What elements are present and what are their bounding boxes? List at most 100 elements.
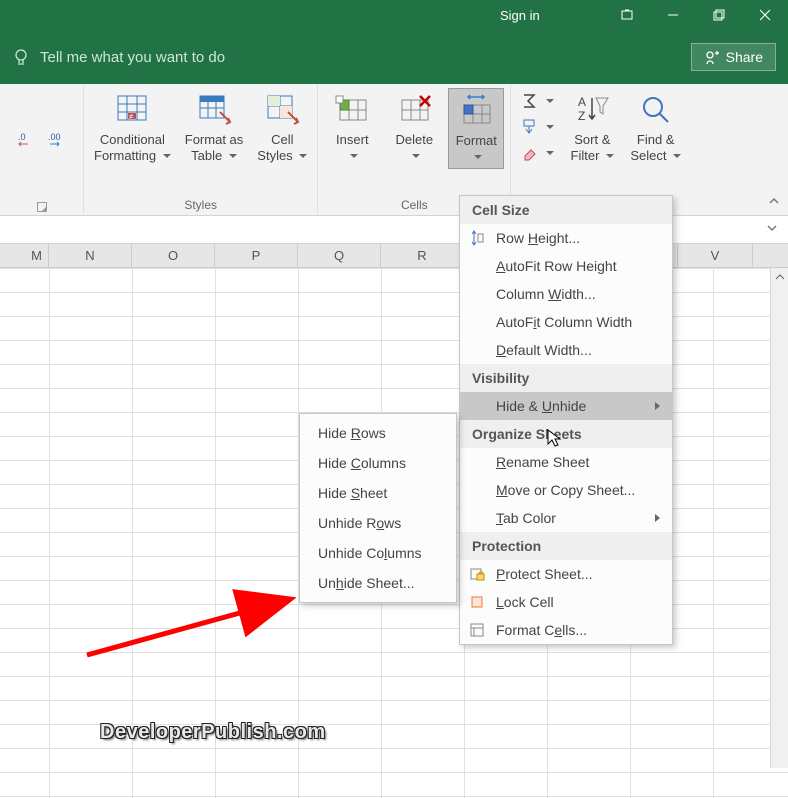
conditional-formatting-icon: ≠ xyxy=(114,92,150,128)
svg-text:.0: .0 xyxy=(18,132,26,142)
number-group: .0 .00 xyxy=(0,84,84,214)
menu-item-rename-sheet[interactable]: Rename Sheet xyxy=(460,448,672,476)
insert-button[interactable]: Insert xyxy=(324,88,380,167)
share-button[interactable]: Share xyxy=(691,43,776,71)
menu-item-lock-cell[interactable]: Lock Cell xyxy=(460,588,672,616)
minimize-button[interactable] xyxy=(650,0,696,30)
clear-button[interactable] xyxy=(517,142,558,164)
restore-button[interactable] xyxy=(696,0,742,30)
insert-icon xyxy=(334,92,370,128)
menu-header-visibility: Visibility xyxy=(460,364,672,392)
menu-label: Hide & Unhide xyxy=(496,398,586,414)
cell-styles-button[interactable]: Cell Styles xyxy=(253,88,311,167)
delete-label: Delete xyxy=(396,132,434,163)
share-label: Share xyxy=(726,49,763,65)
expand-formula-bar[interactable] xyxy=(766,222,778,234)
svg-text:Z: Z xyxy=(578,109,585,123)
menu-header-cell-size: Cell Size xyxy=(460,196,672,224)
share-icon xyxy=(704,49,720,65)
increase-decimal-button[interactable]: .00 xyxy=(44,128,70,150)
format-label: Format xyxy=(456,133,497,164)
protect-sheet-icon xyxy=(468,565,486,583)
submenu-item-hide-rows[interactable]: Hide Rows xyxy=(300,418,456,448)
menu-label: Hide Sheet xyxy=(318,485,387,501)
decrease-decimal-icon: .0 xyxy=(18,130,36,148)
sort-filter-button[interactable]: AZ Sort & Filter xyxy=(564,88,620,167)
menu-label: Tab Color xyxy=(496,510,556,526)
decrease-decimal-button[interactable]: .0 xyxy=(14,128,40,150)
conditional-formatting-button[interactable]: ≠ Conditional Formatting xyxy=(90,88,175,167)
menu-item-format-cells[interactable]: Format Cells... xyxy=(460,616,672,644)
delete-button[interactable]: Delete xyxy=(386,88,442,167)
menu-label: Column Width... xyxy=(496,286,596,302)
close-button[interactable] xyxy=(742,0,788,30)
titlebar: Sign in xyxy=(0,0,788,30)
submenu-item-hide-sheet[interactable]: Hide Sheet xyxy=(300,478,456,508)
vertical-scrollbar[interactable] xyxy=(770,268,788,768)
collapse-ribbon-button[interactable] xyxy=(768,195,780,207)
col-header[interactable]: N xyxy=(49,244,132,267)
menu-label: Unhide Rows xyxy=(318,515,401,531)
format-as-table-button[interactable]: Format as Table xyxy=(181,88,248,167)
submenu-item-unhide-sheet[interactable]: Unhide Sheet... xyxy=(300,568,456,598)
cells-group-label: Cells xyxy=(401,198,428,214)
submenu-item-unhide-rows[interactable]: Unhide Rows xyxy=(300,508,456,538)
signin-link[interactable]: Sign in xyxy=(500,8,540,23)
col-header[interactable]: O xyxy=(132,244,215,267)
cell-styles-icon xyxy=(264,92,300,128)
menu-label: Unhide Sheet... xyxy=(318,575,415,591)
watermark: DeveloperPublish.com xyxy=(100,721,326,744)
tellme-label: Tell me what you want to do xyxy=(40,49,225,66)
menu-item-row-height[interactable]: Row Height... xyxy=(460,224,672,252)
row-height-icon xyxy=(468,229,486,247)
submenu-arrow-icon xyxy=(655,402,660,410)
col-header[interactable]: M xyxy=(0,244,49,267)
autosum-button[interactable] xyxy=(517,90,558,112)
find-select-button[interactable]: Find & Select xyxy=(626,88,685,167)
col-header[interactable]: Q xyxy=(298,244,381,267)
number-dialog-launcher[interactable] xyxy=(37,202,47,212)
menu-item-autofit-column[interactable]: AutoFit Column Width xyxy=(460,308,672,336)
col-header[interactable]: P xyxy=(215,244,298,267)
col-header[interactable]: V xyxy=(678,244,753,267)
submenu-item-hide-columns[interactable]: Hide Columns xyxy=(300,448,456,478)
menu-item-protect-sheet[interactable]: Protect Sheet... xyxy=(460,560,672,588)
submenu-item-unhide-columns[interactable]: Unhide Columns xyxy=(300,538,456,568)
format-button[interactable]: Format xyxy=(448,88,504,169)
menu-label: Hide Columns xyxy=(318,455,406,471)
menu-item-autofit-row[interactable]: AutoFit Row Height xyxy=(460,252,672,280)
menu-label: Hide Rows xyxy=(318,425,386,441)
format-icon xyxy=(458,93,494,129)
fill-button[interactable] xyxy=(517,116,558,138)
menu-label: Row Height... xyxy=(496,230,580,246)
menu-item-move-copy-sheet[interactable]: Move or Copy Sheet... xyxy=(460,476,672,504)
svg-text:A: A xyxy=(578,95,586,109)
delete-icon xyxy=(396,92,432,128)
menu-item-hide-unhide[interactable]: Hide & Unhide xyxy=(460,392,672,420)
increase-decimal-icon: .00 xyxy=(48,130,66,148)
svg-text:.00: .00 xyxy=(48,132,61,142)
conditional-formatting-label: Conditional Formatting xyxy=(94,132,171,163)
format-as-table-label: Format as Table xyxy=(185,132,244,163)
menu-item-default-width[interactable]: Default Width... xyxy=(460,336,672,364)
menu-item-tab-color[interactable]: Tab Color xyxy=(460,504,672,532)
format-cells-icon xyxy=(468,621,486,639)
menu-label: Unhide Columns xyxy=(318,545,422,561)
svg-text:≠: ≠ xyxy=(129,112,134,121)
hide-unhide-submenu: Hide Rows Hide Columns Hide Sheet Unhide… xyxy=(299,413,457,603)
format-dropdown-menu: Cell Size Row Height... AutoFit Row Heig… xyxy=(459,195,673,645)
menu-label: Move or Copy Sheet... xyxy=(496,482,635,498)
menu-label: Default Width... xyxy=(496,342,592,358)
submenu-arrow-icon xyxy=(655,514,660,522)
ribbon-display-button[interactable] xyxy=(604,0,650,30)
col-header[interactable]: R xyxy=(381,244,464,267)
menu-label: Format Cells... xyxy=(496,622,587,638)
menu-label: AutoFit Column Width xyxy=(496,314,632,330)
sort-filter-label: Sort & Filter xyxy=(571,132,615,163)
lightbulb-icon xyxy=(12,48,30,66)
menu-label: Protect Sheet... xyxy=(496,566,593,582)
menu-header-protection: Protection xyxy=(460,532,672,560)
scroll-up-button[interactable] xyxy=(771,268,788,286)
tellme-input[interactable]: Tell me what you want to do xyxy=(12,48,225,66)
menu-item-column-width[interactable]: Column Width... xyxy=(460,280,672,308)
